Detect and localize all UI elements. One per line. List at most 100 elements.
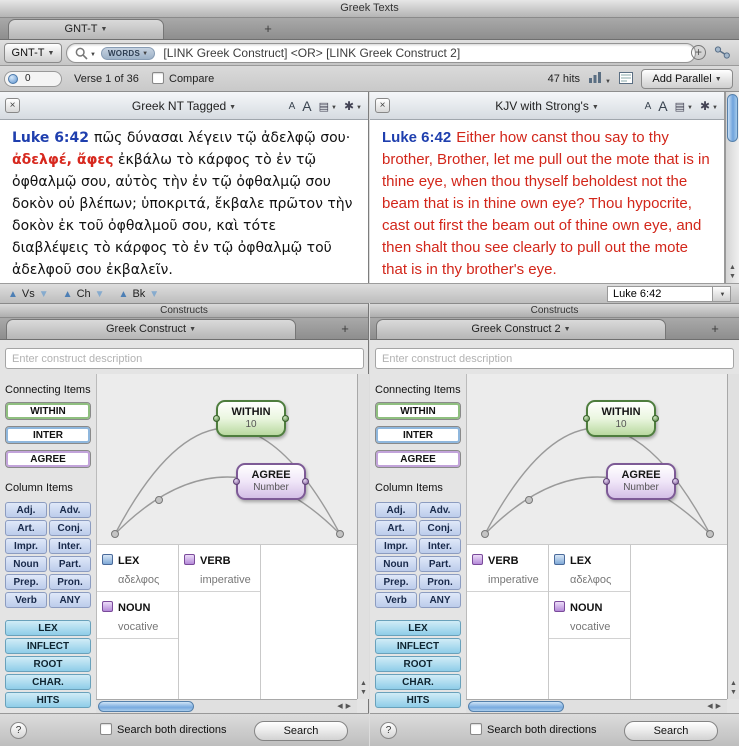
column-item-adj[interactable]: Adj. [5,502,47,518]
search-scope-button[interactable]: WORDS [101,47,155,60]
scroll-down-icon[interactable] [726,272,739,281]
construct-column-2[interactable]: VERB imperative [179,545,261,700]
add-search-element-button[interactable] [691,45,706,60]
search-both-directions-checkbox[interactable]: Search both directions [470,723,596,736]
column-item-conj[interactable]: Conj. [419,520,461,536]
column-item-any[interactable]: ANY [419,592,461,608]
within-palette-button[interactable]: WITHIN [5,402,91,420]
agree-badge[interactable]: AGREE Number [236,463,306,500]
help-button[interactable]: ? [10,722,27,739]
chapter-previous-button[interactable] [63,288,73,300]
column-item-art[interactable]: Art. [375,520,417,536]
display-settings-button[interactable] [319,99,337,113]
attribute-lex[interactable]: LEX [375,620,461,636]
checkbox-icon[interactable] [152,72,164,84]
go-to-reference-input[interactable] [607,286,713,302]
increase-font-button[interactable]: A [302,98,311,114]
construct-item-lex[interactable]: LEX αδελφος [549,545,630,592]
slider-knob-icon[interactable] [8,74,18,84]
construct-item-noun[interactable]: NOUN vocative [549,592,630,639]
verse-previous-button[interactable] [8,288,18,300]
scrollbar-arrows[interactable] [726,263,739,281]
column-item-pron[interactable]: Pron. [419,574,461,590]
new-tab-button[interactable]: + [332,319,358,339]
attribute-char[interactable]: CHAR. [375,674,461,690]
canvas-vertical-scrollbar[interactable] [357,374,369,699]
increase-font-button[interactable]: A [658,98,667,114]
column-item-art[interactable]: Art. [5,520,47,536]
verse-reference[interactable]: Luke 6:42 [382,129,451,146]
context-slider[interactable]: 0 [4,71,62,87]
construct-item-noun[interactable]: NOUN vocative [97,592,178,639]
compare-checkbox[interactable]: Compare [152,66,214,92]
column-item-prep[interactable]: Prep. [375,574,417,590]
hits-graph-button[interactable] [588,71,611,87]
construct-item-lex[interactable]: LEX αδελφος [97,545,178,592]
within-palette-button[interactable]: WITHIN [375,402,461,420]
column-item-adj[interactable]: Adj. [375,502,417,518]
canvas-horizontal-scrollbar[interactable] [96,699,357,713]
construct-item-verb[interactable]: VERB imperative [467,545,548,592]
verse-reference[interactable]: Luke 6:42 [12,130,89,146]
gear-menu-button[interactable] [344,99,362,113]
checkbox-icon[interactable] [470,723,482,735]
column-item-verb[interactable]: Verb [5,592,47,608]
help-button[interactable]: ? [380,722,397,739]
attribute-hits[interactable]: HITS [375,692,461,708]
column-item-part[interactable]: Part. [49,556,91,572]
connector-dot-icon[interactable] [213,415,220,422]
connector-dot-icon[interactable] [603,478,610,485]
column-item-part[interactable]: Part. [419,556,461,572]
column-item-any[interactable]: ANY [49,592,91,608]
attribute-hits[interactable]: HITS [5,692,91,708]
scroll-left-right-icons[interactable] [337,700,354,713]
column-item-impr[interactable]: Impr. [5,538,47,554]
construct-column-1[interactable]: VERB imperative [467,545,549,700]
attribute-lex[interactable]: LEX [5,620,91,636]
construct-description-input[interactable] [375,348,734,369]
column-item-pron[interactable]: Pron. [49,574,91,590]
column-item-adv[interactable]: Adv. [419,502,461,518]
scrollbar-arrows[interactable] [358,679,369,697]
book-previous-button[interactable] [119,288,129,300]
scroll-up-icon[interactable] [358,679,369,688]
decrease-font-button[interactable]: A [289,101,296,112]
greek-texts-titlebar[interactable]: Greek Texts [0,0,739,18]
construct-description-input[interactable] [5,348,364,369]
within-badge[interactable]: WITHIN 10 [586,400,656,437]
column-item-conj[interactable]: Conj. [49,520,91,536]
construct-link-icon[interactable] [714,45,731,60]
scroll-down-icon[interactable] [728,688,739,697]
scrollbar-arrows[interactable] [728,679,739,697]
scroll-down-icon[interactable] [358,688,369,697]
chevron-down-icon[interactable] [88,44,96,62]
connector-dot-icon[interactable] [672,478,679,485]
tab-greek-construct-2[interactable]: Greek Construct 2 [376,319,666,339]
book-next-button[interactable] [149,288,159,300]
chapter-next-button[interactable] [95,288,105,300]
column-item-inter[interactable]: Inter. [49,538,91,554]
column-item-prep[interactable]: Prep. [5,574,47,590]
greek-verse-text[interactable]: Luke 6:42πῶς δύνασαι λέγειν τῷ ἀδελφῷ σο… [0,120,368,283]
attribute-char[interactable]: CHAR. [5,674,91,690]
new-tab-button[interactable]: + [255,19,281,39]
attribute-inflect[interactable]: INFLECT [5,638,91,654]
tab-gnt-t[interactable]: GNT-T [8,19,164,39]
gear-menu-button[interactable] [700,99,718,113]
agree-palette-button[interactable]: AGREE [5,450,91,468]
construct-item-verb[interactable]: VERB imperative [179,545,260,592]
canvas-vertical-scrollbar[interactable] [727,374,739,699]
connector-dot-icon[interactable] [583,415,590,422]
inter-palette-button[interactable]: INTER [5,426,91,444]
within-badge[interactable]: WITHIN 10 [216,400,286,437]
search-both-directions-checkbox[interactable]: Search both directions [100,723,226,736]
attribute-root[interactable]: ROOT [5,656,91,672]
connector-dot-icon[interactable] [233,478,240,485]
connector-dot-icon[interactable] [302,478,309,485]
column-item-impr[interactable]: Impr. [375,538,417,554]
scrollbar-thumb[interactable] [98,701,194,712]
scrollbar-thumb[interactable] [468,701,564,712]
agree-badge[interactable]: AGREE Number [606,463,676,500]
agree-palette-button[interactable]: AGREE [375,450,461,468]
scroll-left-right-icons[interactable] [707,700,724,713]
